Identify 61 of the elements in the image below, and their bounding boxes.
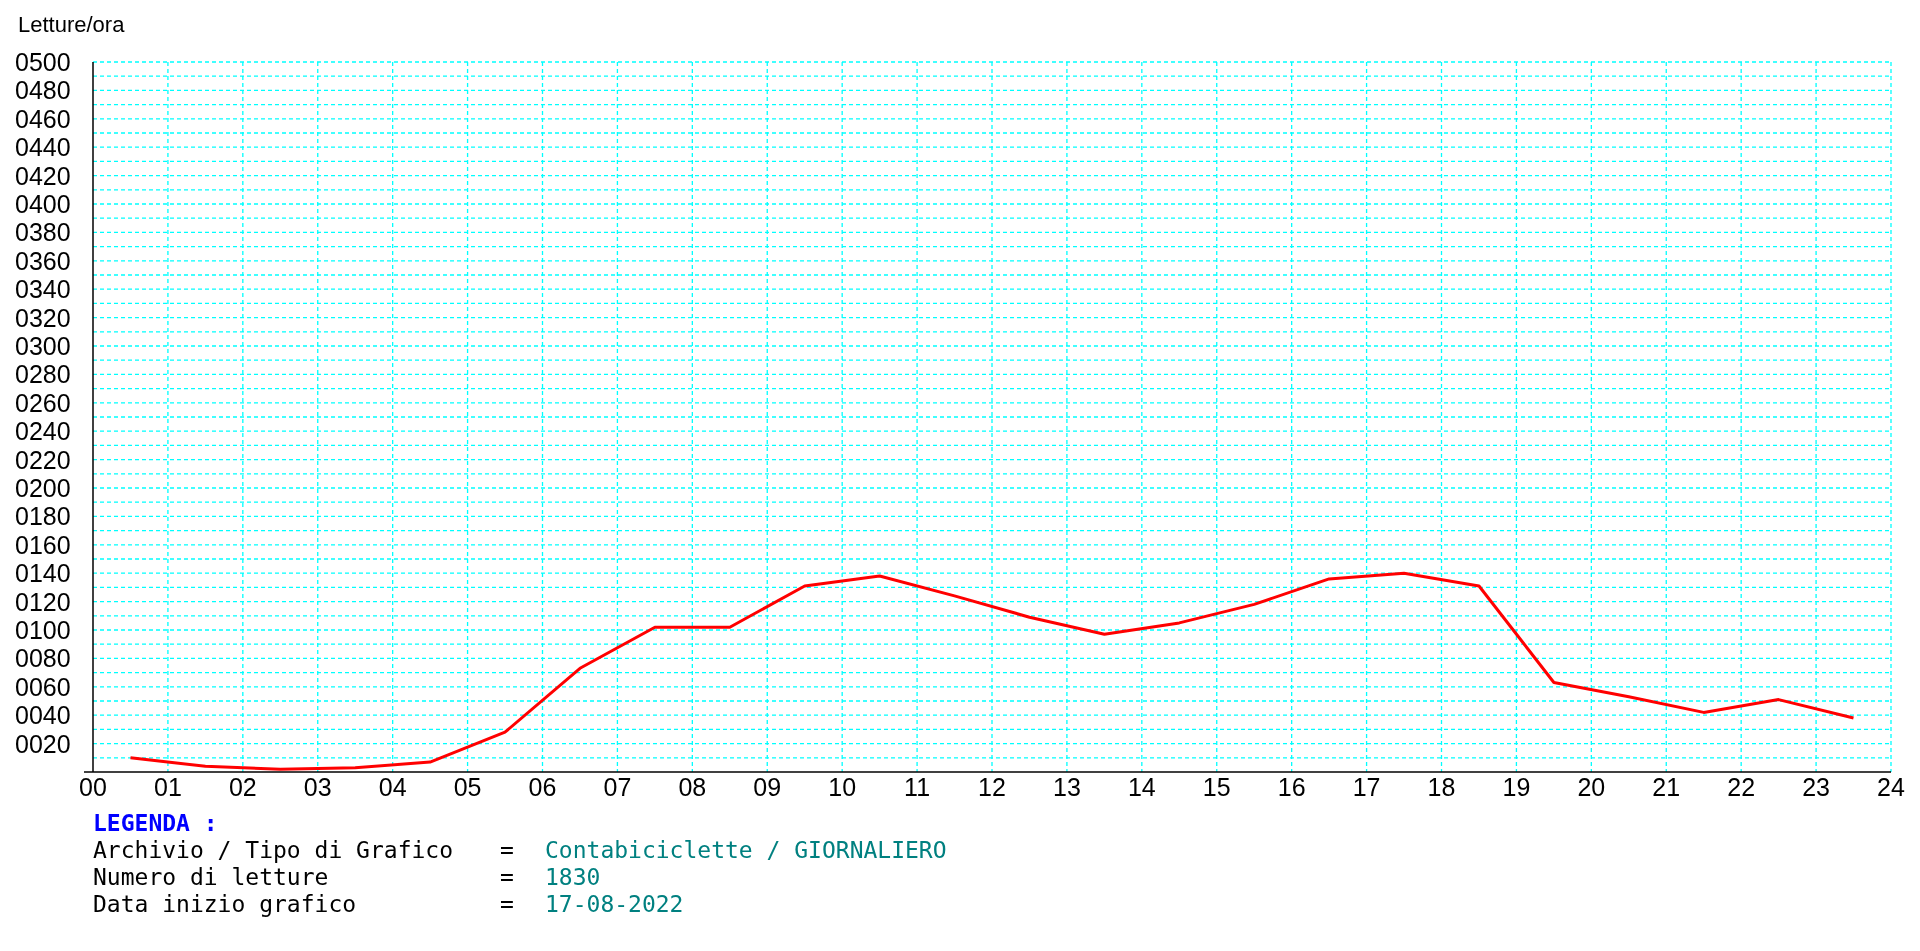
x-tick-label: 15 [1202,773,1231,801]
y-tick-label: 0180 [15,502,71,531]
x-tick-label: 17 [1352,773,1381,801]
y-tick-label: 0400 [15,190,71,218]
y-tick-label: 0200 [15,474,71,502]
x-tick-label: 00 [79,773,107,801]
legend-title: LEGENDA : [93,810,218,837]
x-tick-label: 09 [753,773,782,801]
legend-value: Contabiciclette / GIORNALIERO [545,837,947,864]
y-tick-label: 0500 [15,48,71,76]
y-tick-label: 0120 [15,587,71,616]
y-tick-label: 0060 [15,672,71,701]
x-tick-label: 05 [453,773,482,801]
y-tick-label: 0340 [15,275,71,304]
y-tick-label: 0040 [15,701,71,730]
y-tick-label: 0280 [15,360,71,389]
x-tick-label: 01 [154,773,182,801]
y-tick-label: 0220 [15,445,71,474]
y-tick-label: 0460 [15,104,71,133]
y-tick-label: 0260 [15,388,71,417]
y-tick-label: 0480 [15,76,71,105]
x-tick-label: 13 [1053,773,1081,801]
y-tick-label: 0420 [15,161,71,190]
legend-label: Archivio / Tipo di Grafico [93,837,455,864]
legend-value: 17-08-2022 [545,891,684,918]
x-tick-label: 23 [1802,773,1830,801]
x-tick-label: 16 [1277,773,1306,801]
axis-title: Letture/ora [18,12,125,37]
x-tick-label: 04 [378,773,407,801]
equals-sign: = [500,864,515,891]
x-tick-label: 20 [1577,773,1606,801]
equals-sign: = [500,891,515,918]
x-tick-label: 03 [303,773,332,801]
x-tick-label: 06 [528,773,557,801]
x-tick-label: 14 [1127,773,1156,801]
x-tick-label: 02 [228,773,257,801]
y-tick-label: 0380 [15,218,71,247]
x-tick-label: 08 [678,773,707,801]
y-tick-label: 0240 [15,417,71,446]
legend-value: 1830 [545,864,601,891]
x-tick-label: 19 [1502,773,1531,801]
y-tick-label: 0100 [15,616,71,644]
y-tick-label: 0140 [15,559,71,588]
x-tick-label: 10 [828,773,857,801]
equals-sign: = [500,837,515,864]
y-tick-label: 0300 [15,332,71,360]
legend-label: Numero di letture [93,864,330,891]
y-tick-label: 0080 [15,644,71,673]
y-tick-label: 0020 [15,729,71,758]
y-tick-label: 0440 [15,133,71,162]
x-tick-label: 07 [603,773,632,801]
x-tick-label: 21 [1652,773,1681,801]
legend-label: Data inizio grafico [93,891,358,918]
y-tick-label: 0320 [15,303,71,332]
x-tick-label: 12 [978,773,1006,801]
x-tick-label: 11 [904,773,931,801]
y-tick-label: 0360 [15,246,71,275]
x-tick-label: 22 [1727,773,1756,801]
y-tick-label: 0160 [15,530,71,559]
x-tick-label: 18 [1427,773,1456,801]
x-tick-label: 24 [1877,773,1905,801]
